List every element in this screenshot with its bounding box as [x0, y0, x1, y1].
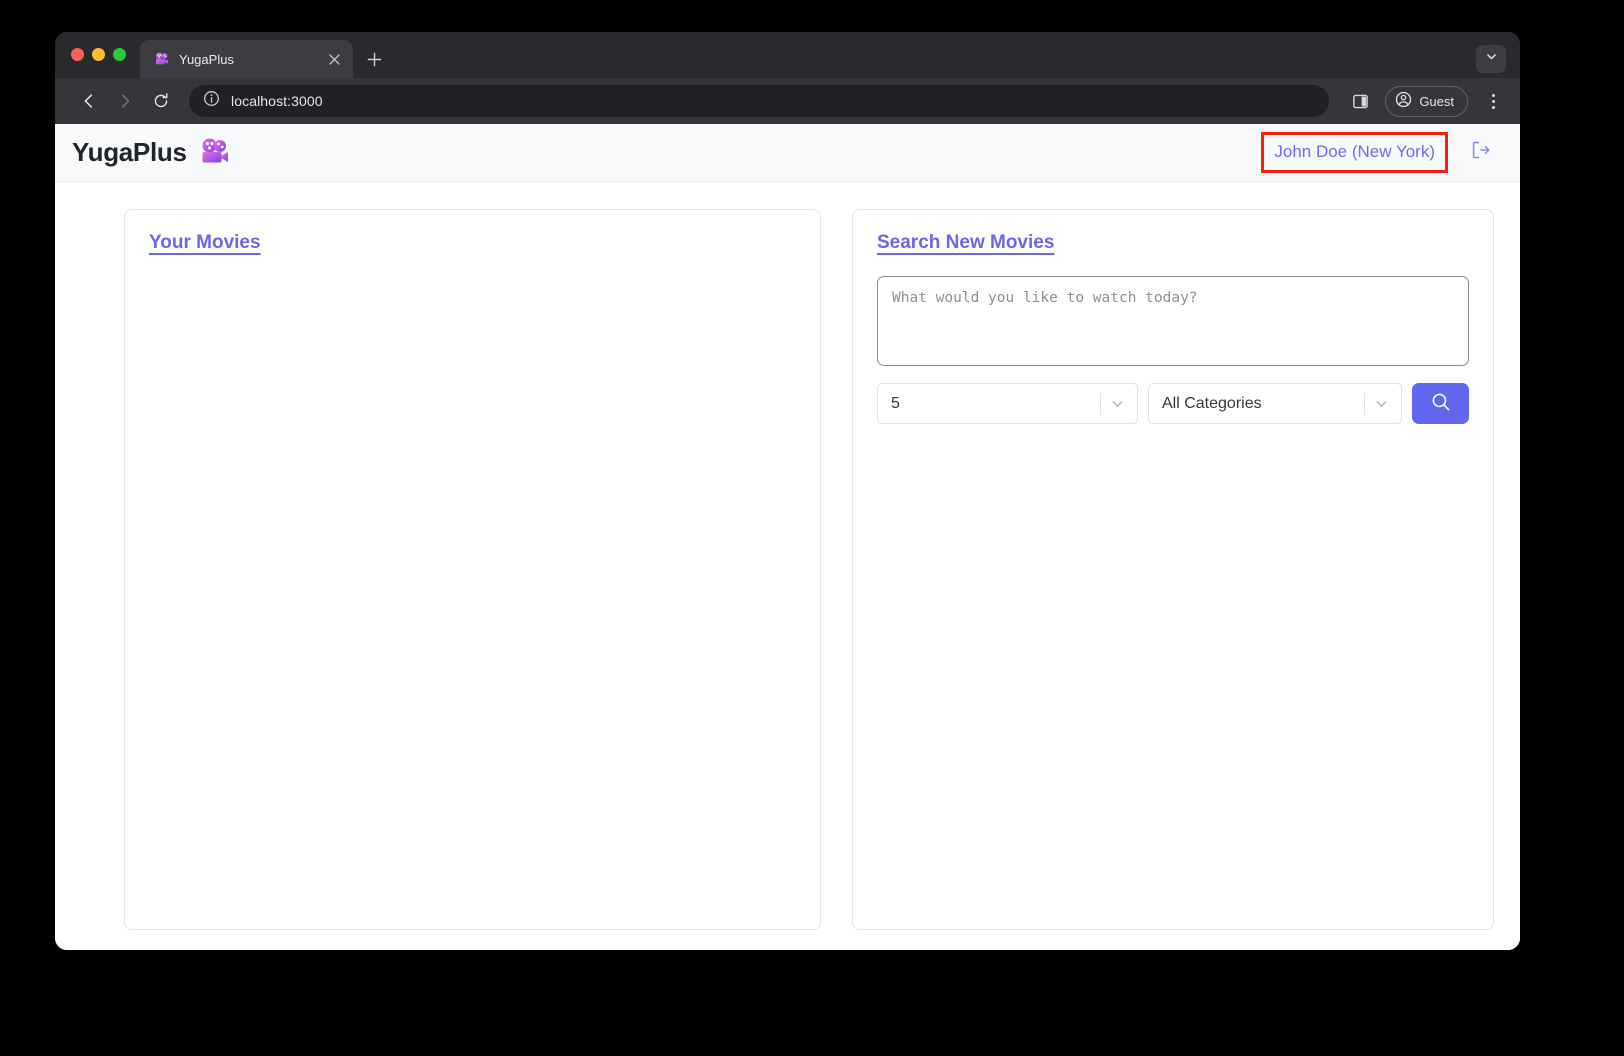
chevron-down-icon — [1485, 50, 1498, 68]
search-button[interactable] — [1412, 383, 1469, 424]
user-link-highlight: John Doe (New York) — [1261, 132, 1448, 173]
result-count-value: 5 — [891, 395, 900, 413]
category-value: All Categories — [1162, 395, 1262, 413]
main-content: Your Movies Search New Movies 5 — [55, 182, 1520, 950]
url-text: localhost:3000 — [231, 93, 323, 109]
maximize-window-button[interactable] — [113, 48, 126, 61]
profile-chip[interactable]: Guest — [1385, 86, 1468, 117]
window-traffic-lights — [71, 32, 126, 78]
forward-arrow-icon[interactable] — [109, 85, 141, 117]
select-divider — [1364, 393, 1365, 415]
film-projector-icon — [153, 51, 170, 68]
search-input[interactable] — [877, 276, 1469, 366]
your-movies-title: Your Movies — [149, 232, 261, 254]
select-divider — [1100, 393, 1101, 415]
browser-window: YugaPlus — [55, 32, 1520, 950]
your-movies-panel: Your Movies — [124, 209, 821, 930]
account-circle-icon — [1395, 91, 1412, 111]
info-circle-icon[interactable] — [203, 90, 220, 112]
page-title: YugaPlus — [72, 137, 187, 168]
kebab-menu-icon[interactable] — [1478, 86, 1508, 116]
logout-icon — [1468, 138, 1492, 167]
app-header: YugaPlus — [55, 124, 1520, 182]
search-movies-panel: Search New Movies 5 All Categories — [852, 209, 1494, 930]
result-count-select[interactable]: 5 — [877, 383, 1138, 424]
new-tab-button[interactable] — [359, 44, 389, 74]
profile-label: Guest — [1419, 94, 1454, 109]
back-arrow-icon[interactable] — [73, 85, 105, 117]
tab-title: YugaPlus — [179, 52, 316, 67]
browser-tab[interactable]: YugaPlus — [140, 40, 353, 78]
chevron-down-icon — [1373, 395, 1390, 412]
search-controls: 5 All Categories — [877, 383, 1469, 424]
split-panel-icon[interactable] — [1345, 86, 1375, 116]
chevron-down-icon — [1109, 395, 1126, 412]
close-icon[interactable] — [325, 50, 343, 68]
minimize-window-button[interactable] — [92, 48, 105, 61]
header-right: John Doe (New York) — [1261, 132, 1502, 174]
browser-toolbar: localhost:3000 Guest — [55, 78, 1520, 124]
brand[interactable]: YugaPlus — [72, 137, 231, 169]
close-window-button[interactable] — [71, 48, 84, 61]
page-viewport: YugaPlus — [55, 124, 1520, 950]
category-select[interactable]: All Categories — [1148, 383, 1402, 424]
tab-search-button[interactable] — [1476, 45, 1506, 73]
search-movies-title: Search New Movies — [877, 232, 1054, 254]
reload-icon[interactable] — [145, 85, 177, 117]
film-projector-icon — [199, 137, 231, 169]
tab-strip: YugaPlus — [55, 32, 1520, 78]
search-icon — [1430, 391, 1452, 416]
logout-button[interactable] — [1458, 132, 1502, 174]
user-profile-link[interactable]: John Doe (New York) — [1274, 142, 1435, 162]
address-bar[interactable]: localhost:3000 — [189, 85, 1329, 117]
